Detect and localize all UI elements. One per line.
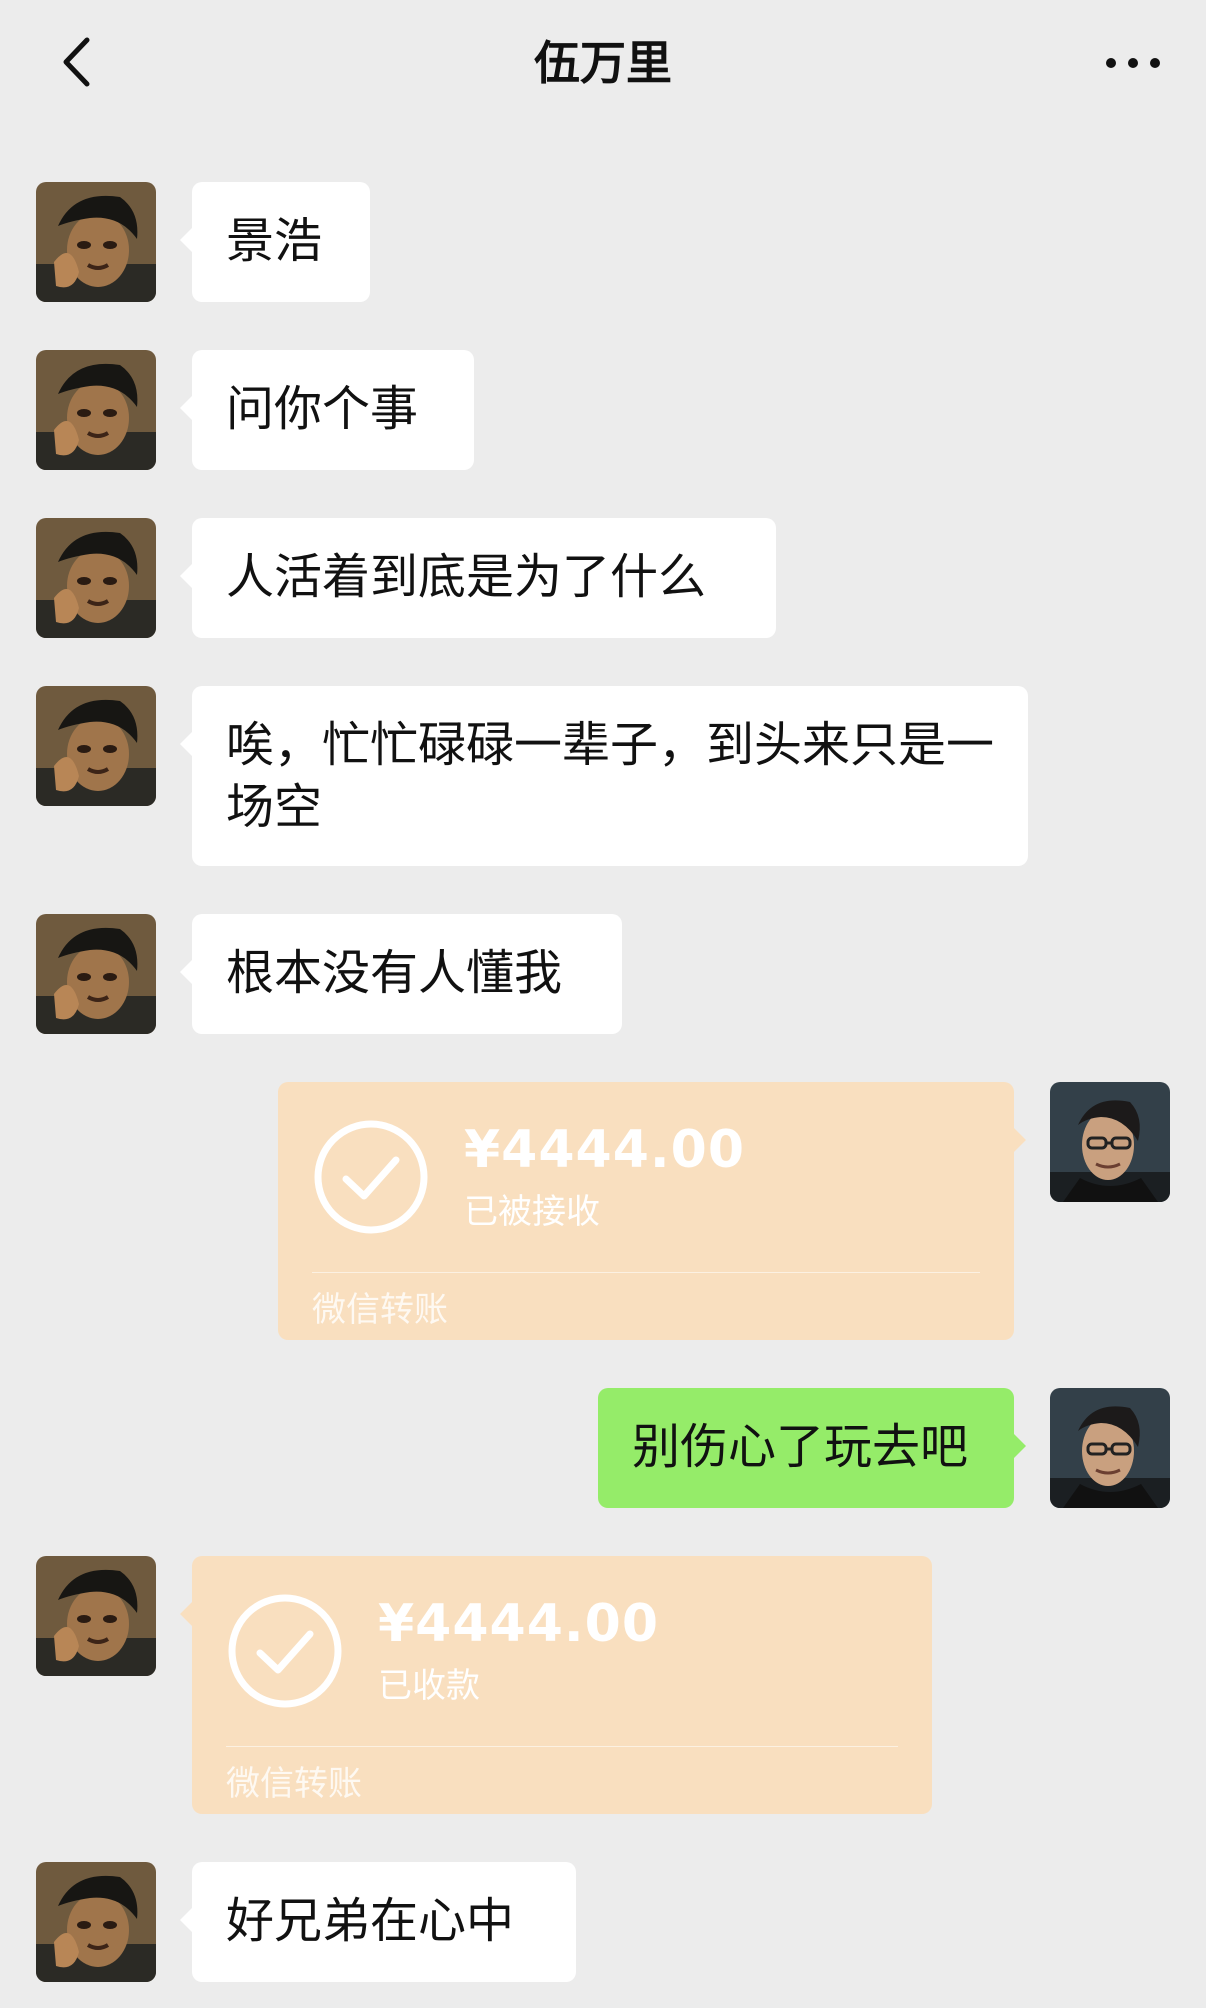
- transfer-amount: ¥4444.00: [378, 1594, 660, 1654]
- transfer-divider: [312, 1272, 980, 1273]
- message-bubble[interactable]: 别伤心了玩去吧: [598, 1388, 1026, 1508]
- message-bubble[interactable]: 唉，忙忙碌碌一辈子，到头来只是一场空: [180, 686, 1028, 866]
- message-bubble[interactable]: 景浩: [180, 182, 370, 302]
- contact-avatar[interactable]: [36, 1862, 156, 1982]
- contact-avatar[interactable]: [36, 518, 156, 638]
- more-button[interactable]: [1094, 36, 1172, 90]
- message-bubble[interactable]: 人活着到底是为了什么: [180, 518, 776, 638]
- message-text: 好兄弟在心中: [226, 1893, 515, 1949]
- message-bubble[interactable]: 问你个事: [180, 350, 474, 470]
- transfer-footer: 微信转账: [312, 1290, 448, 1330]
- message-text: 景浩: [226, 213, 323, 269]
- more-dots-icon: [1106, 58, 1160, 68]
- chevron-left-icon: [63, 37, 90, 87]
- contact-avatar[interactable]: [36, 914, 156, 1034]
- transfer-divider: [226, 1746, 898, 1747]
- message-text: 根本没有人懂我: [226, 945, 563, 1001]
- transfer-status: 已被接收: [464, 1192, 600, 1232]
- message-text: 唉，忙忙碌碌一辈子，到头来只是一场空: [226, 717, 995, 835]
- message-text: 别伤心了玩去吧: [632, 1419, 969, 1475]
- contact-avatar[interactable]: [36, 182, 156, 302]
- chat-title: 伍万里: [534, 36, 672, 90]
- my-avatar[interactable]: [1050, 1388, 1170, 1508]
- message-text: 人活着到底是为了什么: [226, 549, 707, 605]
- transfer-status: 已收款: [378, 1666, 480, 1706]
- contact-avatar[interactable]: [36, 686, 156, 806]
- transfer-amount: ¥4444.00: [464, 1120, 746, 1180]
- contact-avatar[interactable]: [36, 350, 156, 470]
- transfer-card[interactable]: ¥4444.00 已收款 微信转账: [180, 1556, 932, 1814]
- contact-avatar[interactable]: [36, 1556, 156, 1676]
- top-bar: 伍万里: [0, 0, 1206, 128]
- message-bubble[interactable]: 好兄弟在心中: [180, 1862, 576, 1982]
- back-button[interactable]: [44, 26, 108, 98]
- transfer-footer: 微信转账: [226, 1764, 362, 1804]
- my-avatar[interactable]: [1050, 1082, 1170, 1202]
- transfer-card[interactable]: ¥4444.00 已被接收 微信转账: [278, 1082, 1026, 1340]
- message-bubble[interactable]: 根本没有人懂我: [180, 914, 622, 1034]
- check-circle-icon: [314, 1120, 428, 1234]
- chat-screen: 伍万里 景浩 问你个事 人活着到底是为了什么 唉，忙忙碌碌一辈子，到头来只是一场…: [0, 0, 1206, 2008]
- check-circle-icon: [228, 1594, 342, 1708]
- message-text: 问你个事: [226, 381, 419, 437]
